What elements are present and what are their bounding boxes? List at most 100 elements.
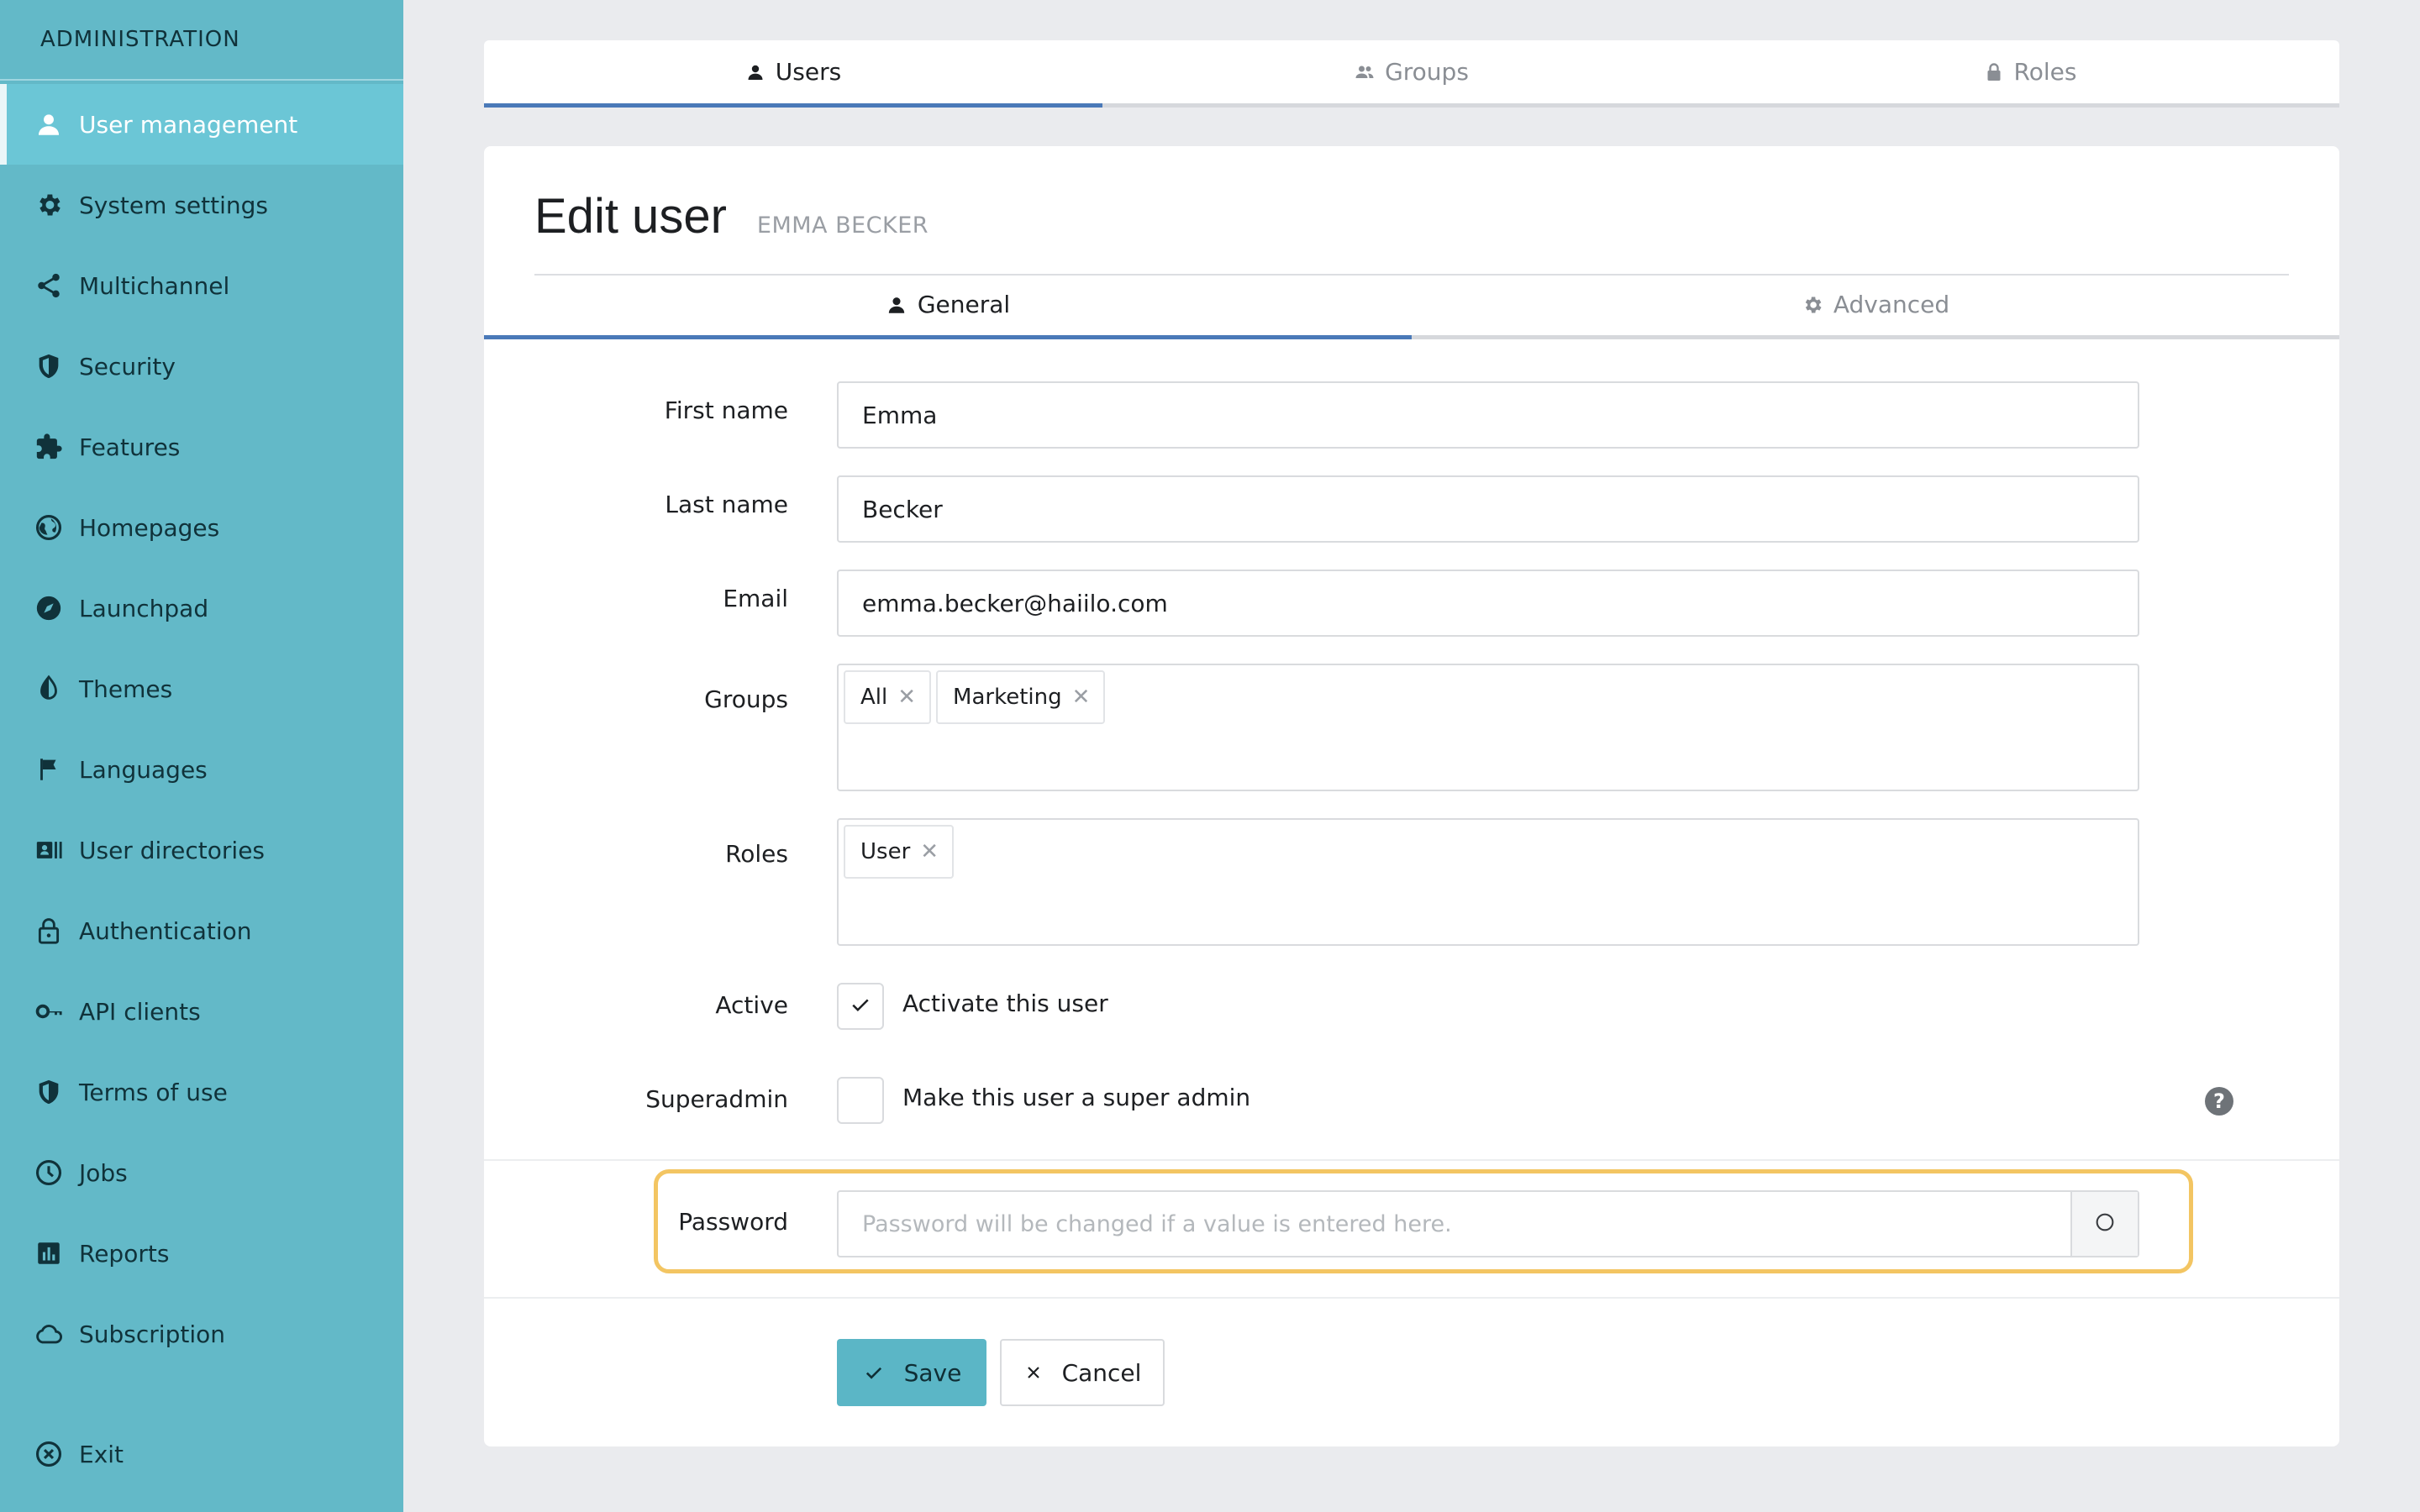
password-input[interactable] xyxy=(839,1192,2070,1256)
sidebar-item-label: User directories xyxy=(79,836,266,864)
remove-tag-icon[interactable]: ✕ xyxy=(1072,685,1091,710)
sidebar-item-label: Terms of use xyxy=(79,1078,228,1106)
sidebar-item-label: Security xyxy=(79,352,176,381)
bar-chart-icon xyxy=(34,1238,64,1268)
sidebar-heading: ADMINISTRATION xyxy=(0,0,403,81)
sidebar-item-homepages[interactable]: Homepages xyxy=(0,487,403,568)
sidebar-item-themes[interactable]: Themes xyxy=(0,648,403,729)
roles-label: Roles xyxy=(725,840,788,868)
globe-icon xyxy=(34,512,64,543)
remove-tag-icon[interactable]: ✕ xyxy=(897,685,916,710)
compass-icon xyxy=(34,593,64,623)
remove-tag-icon[interactable]: ✕ xyxy=(920,839,939,864)
superadmin-checkbox-label: Make this user a super admin xyxy=(902,1084,1251,1111)
groups-tag-input[interactable]: All ✕ Marketing ✕ xyxy=(837,664,2139,791)
sidebar-item-jobs[interactable]: Jobs xyxy=(0,1132,403,1213)
tab-groups[interactable]: Groups xyxy=(1102,40,1721,103)
close-icon xyxy=(1023,1362,1044,1383)
sidebar-item-label: System settings xyxy=(79,191,268,219)
sidebar-item-user-management[interactable]: User management xyxy=(0,84,403,165)
directory-icon xyxy=(34,835,64,865)
first-name-field[interactable]: Emma xyxy=(837,381,2139,449)
generate-password-button[interactable] xyxy=(2070,1192,2138,1256)
divider xyxy=(484,1159,2339,1161)
save-button[interactable]: Save xyxy=(837,1339,986,1406)
active-label: Active xyxy=(715,991,788,1019)
roles-tag-input[interactable]: User ✕ xyxy=(837,818,2139,946)
gear-icon xyxy=(34,190,64,220)
check-icon xyxy=(848,992,873,1021)
cloud-icon xyxy=(34,1319,64,1349)
tag-label: Marketing xyxy=(953,685,1062,710)
clock-icon xyxy=(34,1158,64,1188)
sidebar-item-authentication[interactable]: Authentication xyxy=(0,890,403,971)
role-tag: User ✕ xyxy=(844,825,955,879)
tab-label: Advanced xyxy=(1833,291,1950,318)
gear-icon xyxy=(1802,294,1823,316)
sidebar-item-exit[interactable]: Exit xyxy=(0,1414,403,1494)
sidebar-item-label: Exit xyxy=(79,1440,124,1468)
page-subtitle: EMMA BECKER xyxy=(756,213,929,239)
sidebar: ADMINISTRATION User management System se… xyxy=(0,0,403,1512)
tag-label: All xyxy=(860,685,888,710)
group-tag: All ✕ xyxy=(844,670,932,724)
circle-icon xyxy=(2093,1210,2117,1237)
help-icon[interactable]: ? xyxy=(2205,1087,2233,1116)
sidebar-item-user-directories[interactable]: User directories xyxy=(0,810,403,890)
cancel-button[interactable]: Cancel xyxy=(1000,1339,1165,1406)
sidebar-item-languages[interactable]: Languages xyxy=(0,729,403,810)
lock-icon xyxy=(34,916,64,946)
sidebar-item-label: Reports xyxy=(79,1239,170,1268)
tab-label: Users xyxy=(775,58,842,86)
last-name-label: Last name xyxy=(665,491,788,518)
divider xyxy=(484,1297,2339,1299)
key-icon xyxy=(34,996,64,1026)
sidebar-item-subscription[interactable]: Subscription xyxy=(0,1294,403,1374)
first-name-label: First name xyxy=(664,396,788,424)
sidebar-item-api-clients[interactable]: API clients xyxy=(0,971,403,1052)
user-icon xyxy=(886,294,908,316)
active-checkbox-label: Activate this user xyxy=(902,990,1108,1017)
sidebar-item-label: Jobs xyxy=(79,1158,128,1187)
sidebar-item-system-settings[interactable]: System settings xyxy=(0,165,403,245)
sidebar-item-label: Homepages xyxy=(79,513,220,542)
tab-label: Roles xyxy=(2013,58,2077,86)
tab-advanced[interactable]: Advanced xyxy=(1412,274,2339,335)
tab-roles[interactable]: Roles xyxy=(1721,40,2339,103)
sidebar-item-label: Authentication xyxy=(79,916,252,945)
group-tag: Marketing ✕ xyxy=(936,670,1106,724)
contrast-icon xyxy=(34,674,64,704)
sidebar-item-multichannel[interactable]: Multichannel xyxy=(0,245,403,326)
sidebar-item-launchpad[interactable]: Launchpad xyxy=(0,568,403,648)
save-label: Save xyxy=(903,1358,962,1387)
top-tabs: Users Groups Roles xyxy=(484,40,2339,108)
last-name-field[interactable]: Becker xyxy=(837,475,2139,543)
email-field[interactable]: emma.becker@haiilo.com xyxy=(837,570,2139,637)
page-title-block: Edit user EMMA BECKER xyxy=(534,188,929,244)
sidebar-item-label: Themes xyxy=(79,675,173,703)
active-checkbox[interactable] xyxy=(837,983,884,1030)
password-field xyxy=(837,1190,2139,1257)
sidebar-item-features[interactable]: Features xyxy=(0,407,403,487)
share-icon xyxy=(34,270,64,301)
sidebar-item-security[interactable]: Security xyxy=(0,326,403,407)
sidebar-item-label: Languages xyxy=(79,755,208,784)
sidebar-item-label: Multichannel xyxy=(79,271,230,300)
tab-label: Groups xyxy=(1385,58,1469,86)
tab-users[interactable]: Users xyxy=(484,40,1102,108)
password-label: Password xyxy=(678,1208,788,1236)
sidebar-item-label: User management xyxy=(79,110,298,139)
shield-icon xyxy=(34,351,64,381)
superadmin-label: Superadmin xyxy=(645,1085,788,1113)
sidebar-item-reports[interactable]: Reports xyxy=(0,1213,403,1294)
lock-icon xyxy=(1984,62,2004,82)
sidebar-item-terms-of-use[interactable]: Terms of use xyxy=(0,1052,403,1132)
groups-label: Groups xyxy=(704,685,788,713)
superadmin-checkbox[interactable] xyxy=(837,1077,884,1124)
check-icon xyxy=(862,1361,886,1384)
tab-general[interactable]: General xyxy=(484,274,1412,339)
tag-label: User xyxy=(860,839,911,864)
cancel-label: Cancel xyxy=(1061,1358,1142,1387)
flag-icon xyxy=(34,754,64,785)
page-title: Edit user xyxy=(534,189,727,244)
